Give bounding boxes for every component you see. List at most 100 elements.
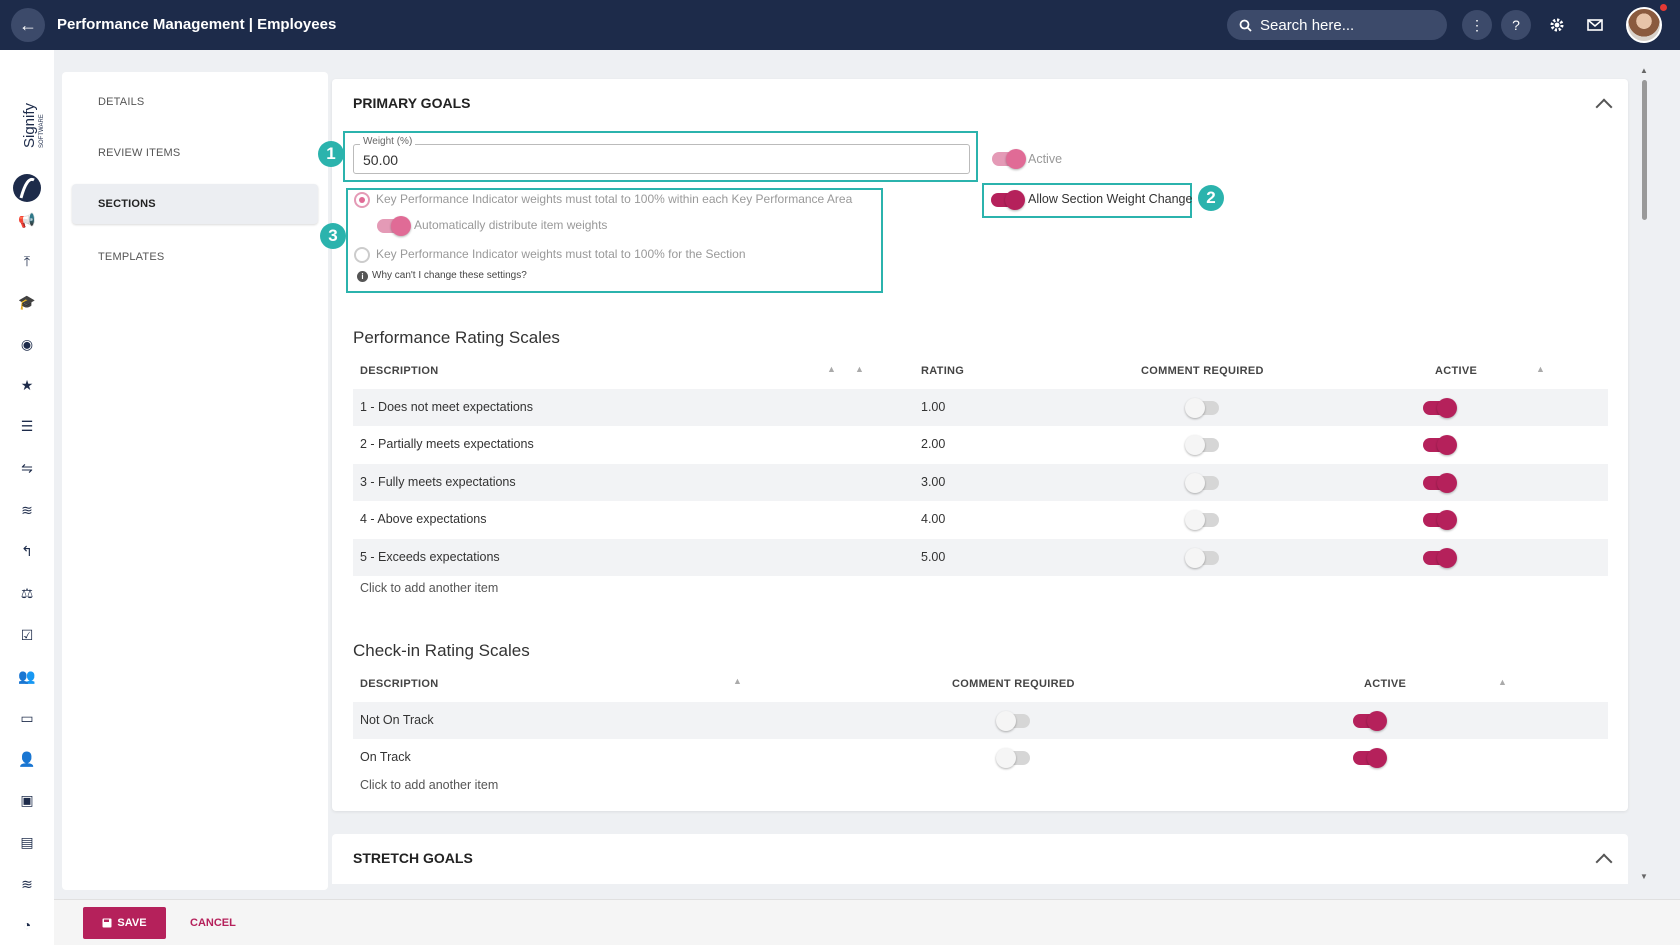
active-toggle[interactable]: [1353, 748, 1387, 768]
active-toggle[interactable]: [1423, 435, 1457, 455]
pie-chart-icon[interactable]: ◔: [17, 915, 37, 935]
cancel-button[interactable]: CANCEL: [190, 917, 236, 929]
svg-text:SOFTWARE: SOFTWARE: [39, 114, 45, 148]
calendar-check-icon[interactable]: ☑: [17, 625, 37, 645]
comment-required-toggle[interactable]: [1185, 510, 1219, 530]
allow-section-weight-change-toggle[interactable]: [991, 190, 1025, 210]
section-title-stretch-goals: STRETCH GOALS: [353, 850, 473, 866]
comment-required-toggle[interactable]: [996, 711, 1030, 731]
compass-icon[interactable]: ◉: [17, 334, 37, 354]
notification-dot: [1660, 4, 1667, 11]
page-title: Performance Management | Employees: [57, 16, 337, 33]
menu-item-review-items[interactable]: REVIEW ITEMS: [98, 147, 180, 159]
table-row[interactable]: On Track: [353, 739, 1608, 776]
sort-arrow-icon[interactable]: ▲: [827, 364, 836, 374]
col-active[interactable]: ACTIVE: [1364, 678, 1406, 690]
icon-rail: Signify SOFTWARE 📢 ⤒ 🎓 ◉ ★ ☰ ⇋ ≋ ↰ ⚖ ☑ 👥…: [0, 50, 54, 945]
row-description: 2 - Partially meets expectations: [360, 437, 534, 451]
people-icon[interactable]: 👥: [17, 666, 37, 686]
star-icon[interactable]: ★: [17, 375, 37, 395]
comment-required-toggle[interactable]: [996, 748, 1030, 768]
active-toggle[interactable]: [1423, 398, 1457, 418]
kpi-section-radio[interactable]: [354, 247, 370, 263]
signpost-icon[interactable]: ⇋: [17, 458, 37, 478]
active-label: Active: [1028, 152, 1063, 166]
scroll-up-icon[interactable]: ▲: [1640, 66, 1648, 75]
collapse-chevron-icon[interactable]: [1595, 853, 1613, 871]
comment-required-toggle[interactable]: [1185, 435, 1219, 455]
person-arrow-icon[interactable]: ↰: [17, 541, 37, 561]
search-input[interactable]: [1260, 16, 1430, 34]
comment-required-toggle[interactable]: [1185, 398, 1219, 418]
table-row[interactable]: 2 - Partially meets expectations 2.00: [353, 426, 1608, 463]
auto-distribute-label: Automatically distribute item weights: [414, 218, 608, 232]
sort-arrow-icon[interactable]: ▲: [855, 364, 864, 374]
laptop-icon[interactable]: ▭: [17, 708, 37, 728]
search-icon: [1239, 19, 1252, 32]
table-row[interactable]: Not On Track: [353, 702, 1608, 739]
col-description[interactable]: DESCRIPTION: [360, 365, 438, 377]
auto-distribute-toggle[interactable]: [377, 216, 411, 236]
weight-field[interactable]: 50.00: [353, 144, 970, 174]
save-button[interactable]: SAVE: [83, 907, 166, 939]
sort-arrow-icon[interactable]: ▲: [1498, 677, 1507, 687]
menu-item-details[interactable]: DETAILS: [98, 96, 144, 108]
weight-label: Weight (%): [360, 136, 416, 147]
active-toggle[interactable]: [1423, 510, 1457, 530]
active-toggle[interactable]: [1353, 711, 1387, 731]
scale-icon[interactable]: ⚖: [17, 583, 37, 603]
add-user-icon[interactable]: 👤: [17, 749, 37, 769]
megaphone-icon[interactable]: 📢: [17, 210, 37, 230]
comment-required-toggle[interactable]: [1185, 548, 1219, 568]
comment-required-toggle[interactable]: [1185, 473, 1219, 493]
col-comment-required[interactable]: COMMENT REQUIRED: [1141, 365, 1264, 377]
bar-chart-icon[interactable]: ▤: [17, 832, 37, 852]
menu-item-sections[interactable]: SECTIONS: [72, 184, 318, 224]
why-cant-change-link[interactable]: Why can't I change these settings?: [372, 270, 527, 281]
row-description: 1 - Does not meet expectations: [360, 400, 534, 414]
handshake-alt-icon[interactable]: ≋: [17, 874, 37, 894]
scroll-down-icon[interactable]: ▼: [1640, 872, 1648, 881]
row-rating: 2.00: [921, 437, 946, 451]
table-row[interactable]: 3 - Fully meets expectations 3.00: [353, 464, 1608, 501]
sliders-icon[interactable]: ☰: [17, 416, 37, 436]
svg-text:Signify: Signify: [21, 102, 38, 148]
section-menu: DETAILS REVIEW ITEMS SECTIONS TEMPLATES: [62, 72, 328, 890]
avatar[interactable]: [1626, 7, 1662, 43]
row-description: On Track: [360, 750, 411, 764]
kpi-section-option-label: Key Performance Indicator weights must t…: [376, 247, 746, 261]
person-upload-icon[interactable]: ⤒: [17, 251, 37, 271]
active-toggle[interactable]: [1423, 473, 1457, 493]
add-rating-item-link[interactable]: Click to add another item: [360, 581, 498, 595]
row-description: 5 - Exceeds expectations: [360, 550, 500, 564]
more-vertical-icon[interactable]: ⋮: [1462, 10, 1492, 40]
sort-arrow-icon[interactable]: ▲: [1536, 364, 1545, 374]
sort-arrow-icon[interactable]: ▲: [733, 676, 742, 686]
handshake-icon[interactable]: ≋: [17, 500, 37, 520]
add-checkin-item-link[interactable]: Click to add another item: [360, 778, 498, 792]
collapse-chevron-icon[interactable]: [1595, 98, 1613, 116]
graduation-cap-icon[interactable]: 🎓: [17, 292, 37, 312]
scrollbar[interactable]: ▲ ▼: [1638, 66, 1652, 884]
table-row[interactable]: 4 - Above expectations 4.00: [353, 501, 1608, 538]
id-card-icon[interactable]: ▣: [17, 790, 37, 810]
col-description[interactable]: DESCRIPTION: [360, 678, 438, 690]
kpi-area-radio[interactable]: [354, 192, 370, 208]
col-comment-required[interactable]: COMMENT REQUIRED: [952, 678, 1075, 690]
search-box[interactable]: [1227, 10, 1447, 40]
messages-icon[interactable]: [1580, 10, 1610, 40]
back-arrow-icon[interactable]: ←: [11, 8, 45, 42]
help-icon[interactable]: ?: [1501, 10, 1531, 40]
gear-icon[interactable]: [1542, 10, 1572, 40]
menu-item-templates[interactable]: TEMPLATES: [98, 251, 164, 263]
col-rating[interactable]: RATING: [921, 365, 964, 377]
table-row[interactable]: 5 - Exceeds expectations 5.00: [353, 539, 1608, 576]
active-toggle[interactable]: [992, 149, 1026, 169]
scroll-thumb[interactable]: [1642, 80, 1647, 220]
stretch-goals-panel: STRETCH GOALS: [332, 834, 1628, 884]
col-active[interactable]: ACTIVE: [1435, 365, 1477, 377]
row-description: Not On Track: [360, 713, 434, 727]
active-toggle[interactable]: [1423, 548, 1457, 568]
row-description: 3 - Fully meets expectations: [360, 475, 516, 489]
table-row[interactable]: 1 - Does not meet expectations 1.00: [353, 389, 1608, 426]
